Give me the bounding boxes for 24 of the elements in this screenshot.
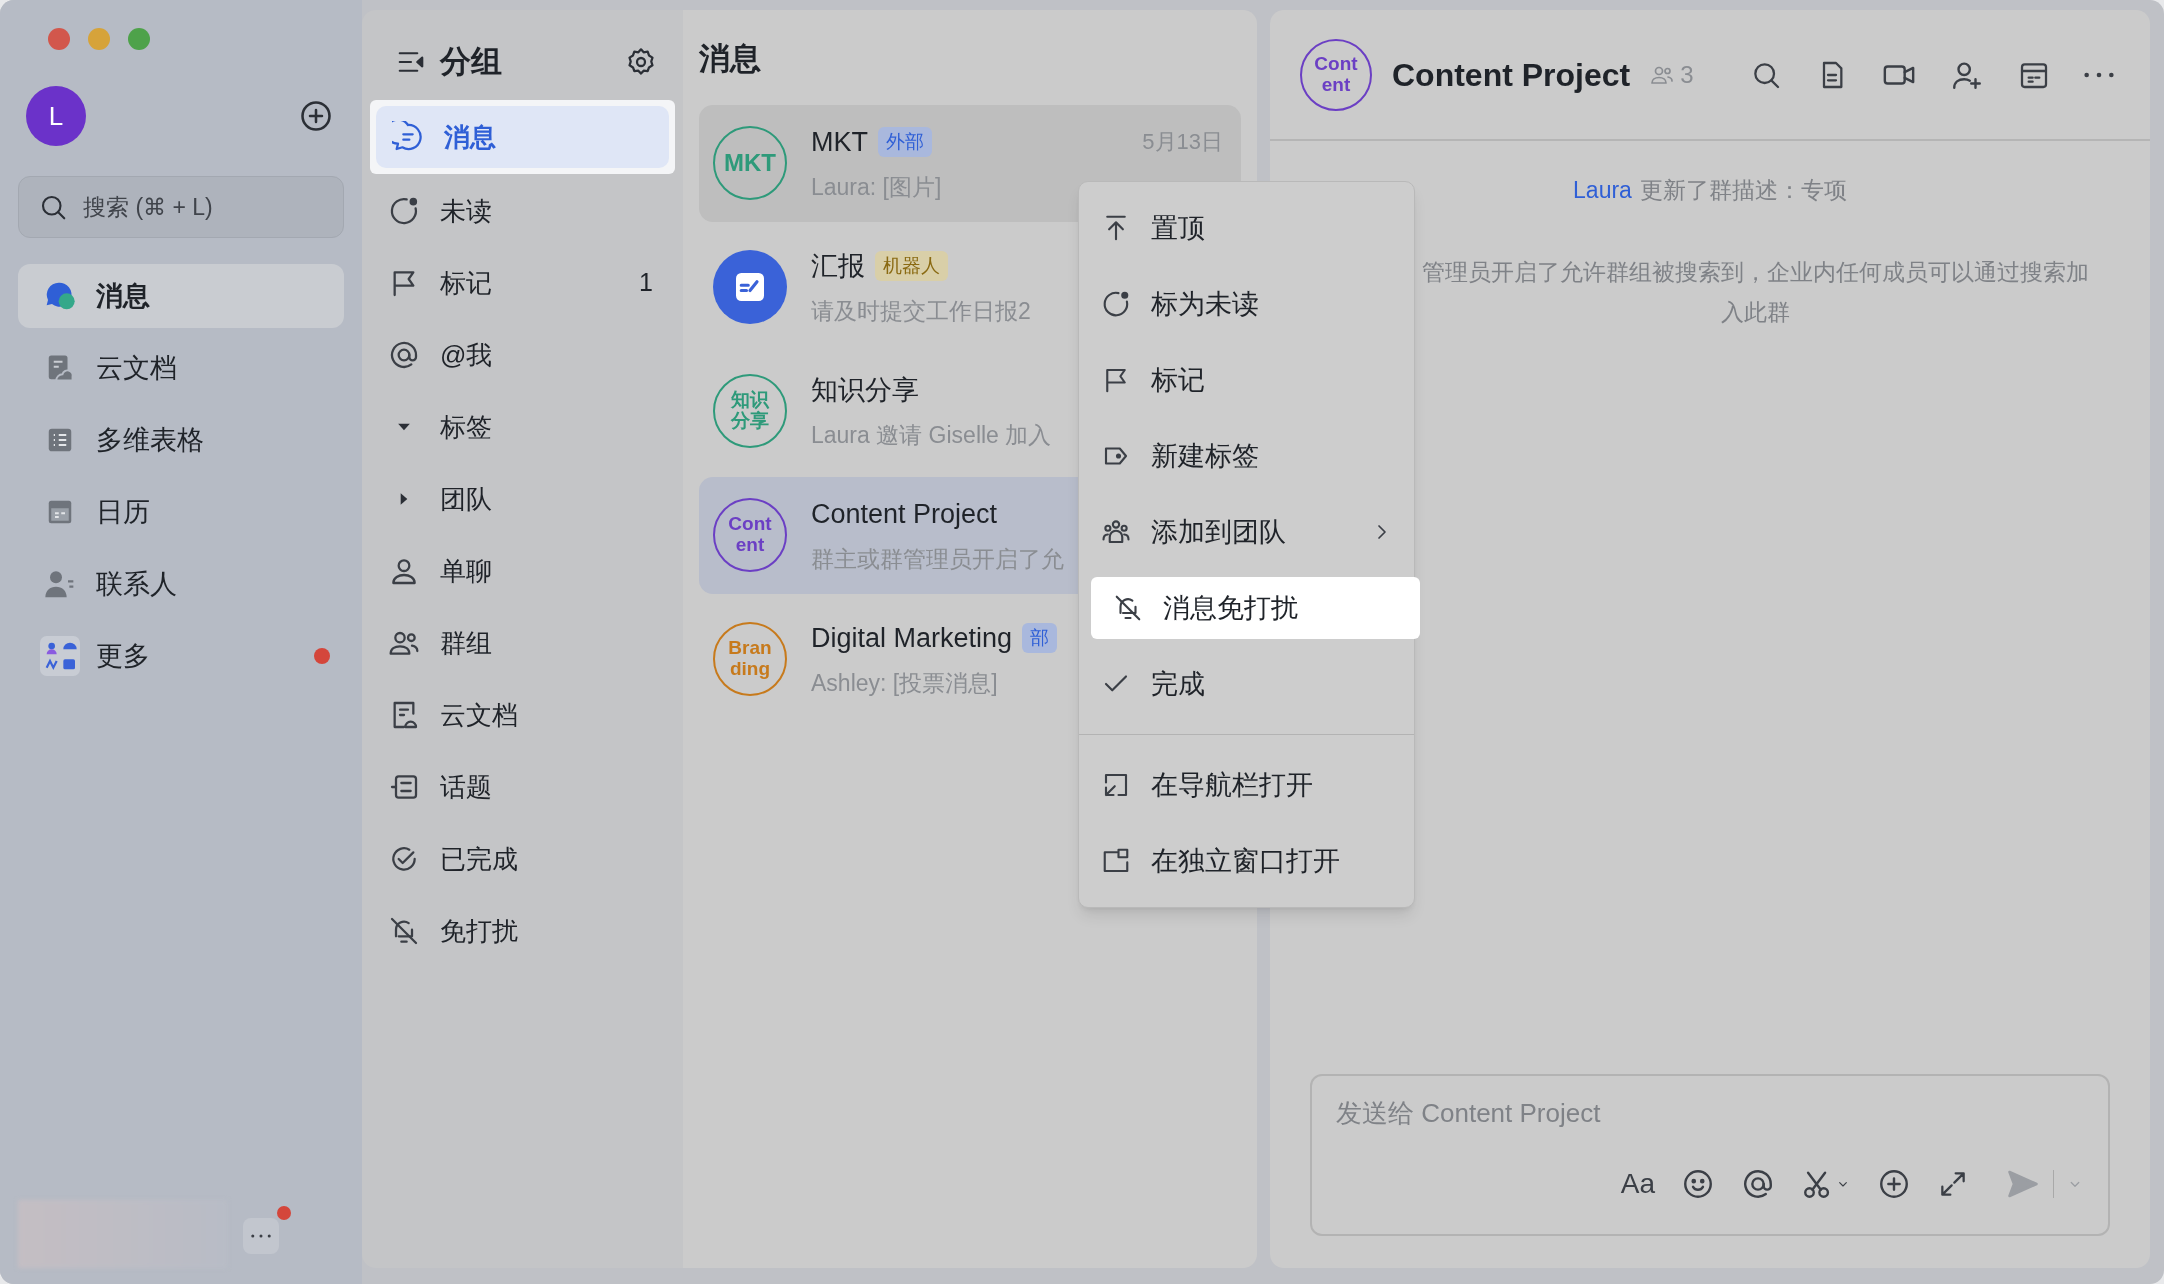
panel-title: 消息 [699,40,761,78]
chat-tag: 机器人 [875,250,948,281]
chat-preview: Ashley: [投票消息] [811,669,998,698]
chat-name: Digital Marketing [811,621,1013,655]
system-message: 管理员开启了允许群组被搜索到，企业内任何成员可以通过搜索加入此群 [1420,257,2090,327]
count-label: 1 [639,267,653,299]
chat-avatar: MKT [713,126,787,200]
chat-avatar: Cont ent [713,498,787,572]
chat-name: 知识分享 [811,373,919,407]
chat-name: MKT [811,125,868,159]
chat-avatar: Bran ding [713,622,787,696]
system-message: 更新了群描述：专项 [1639,176,1847,205]
chat-name: 汇报 [811,249,865,283]
chat-avatar: Cont ent [1300,38,1372,111]
member-count: 3 [1680,59,1694,90]
chat-name: Content Project [811,497,998,531]
chat-preview: 请及时提交工作日报2 [811,297,1031,326]
chat-preview: 群主或群管理员开启了允 [811,545,1064,574]
chat-avatar: 知识 分享 [713,374,787,448]
chat-preview: Laura 邀请 Giselle 加入 [811,421,1052,450]
chat-title: Content Project [1392,55,1631,95]
chat-tag: 部 [1022,622,1058,653]
panel-title: 分组 [440,42,503,81]
chat-tag: 外部 [878,126,932,157]
